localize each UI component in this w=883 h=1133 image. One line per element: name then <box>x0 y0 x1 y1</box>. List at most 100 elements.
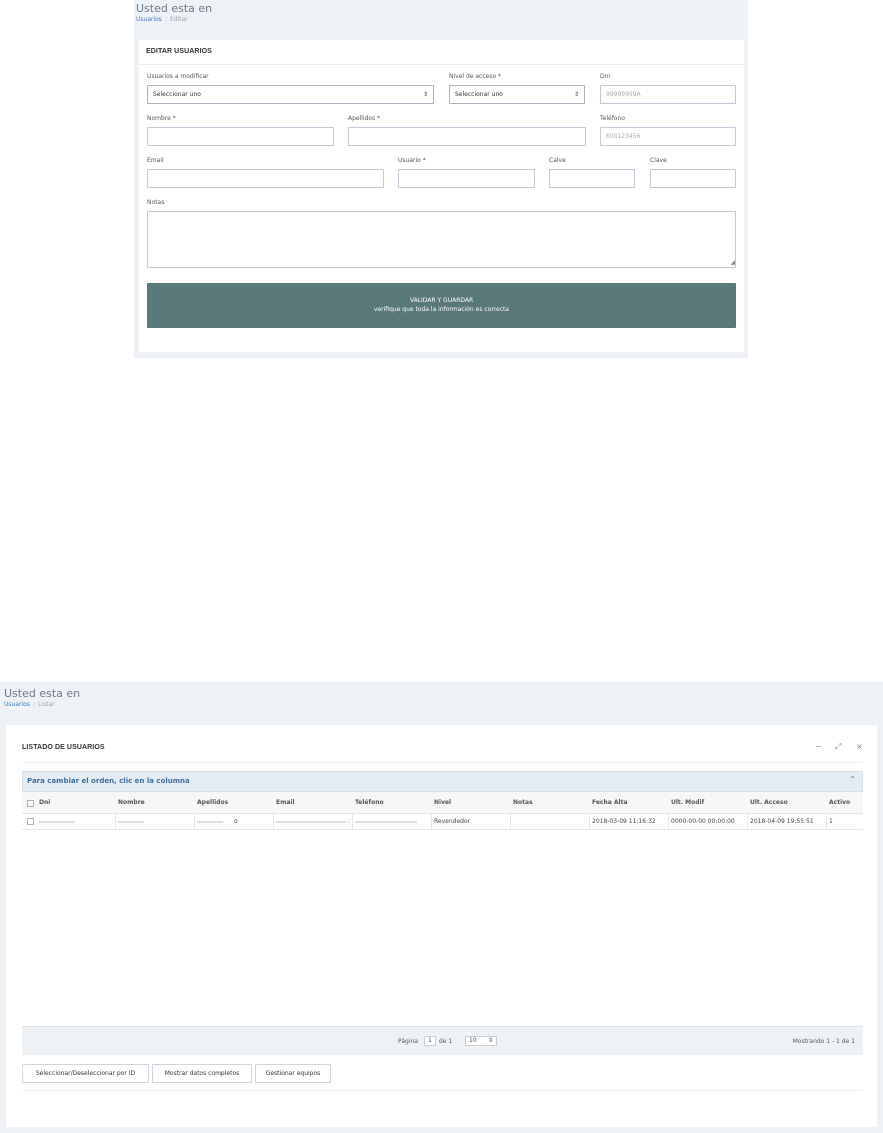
list-users-panel: LISTADO DE USUARIOS − ⤢ × Para cambiar e… <box>6 725 877 1127</box>
table-row[interactable]: o : Revendedor 2018-03-09 11:16:32 0000-… <box>22 814 863 830</box>
email-label: Email <box>147 157 164 164</box>
apellidos-label: Apellidos * <box>348 115 381 122</box>
grid-header-row: Dni Nombre Apellidos Email Teléfono Nive… <box>22 792 863 814</box>
cell-ult-acceso: 2018-04-09 19:55:51 <box>750 818 814 825</box>
clave-label: Clave <box>650 157 667 164</box>
pager-size-value: 10 <box>469 1037 477 1044</box>
select-all-checkbox[interactable] <box>27 800 34 807</box>
breadcrumb: Usuarios / Editar <box>136 16 212 23</box>
cell-apellidos: o <box>234 818 238 825</box>
pager-total-label: de 1 <box>439 1038 453 1045</box>
notas-textarea[interactable] <box>147 211 736 268</box>
redacted-value <box>118 821 144 823</box>
column-header-nombre[interactable]: Nombre <box>118 799 145 806</box>
dni-label: Dni <box>600 73 611 80</box>
usuarios-modificar-value: Seleccionar uno <box>153 91 201 98</box>
redacted-value <box>355 821 417 823</box>
cell-fecha-alta: 2018-03-09 11:16:32 <box>592 818 656 825</box>
pager-size-select[interactable]: 10 ⇕ <box>465 1036 497 1046</box>
email-input[interactable] <box>147 169 384 188</box>
minimize-icon[interactable]: − <box>815 742 822 751</box>
column-divider <box>510 814 511 829</box>
column-header-dni[interactable]: Dni <box>39 799 50 806</box>
column-divider <box>352 814 353 829</box>
calve-label: Calve <box>549 157 566 164</box>
telefono-label: Teléfono <box>600 115 625 122</box>
pager-page-input[interactable]: 1 <box>424 1036 436 1046</box>
expand-icon[interactable]: ⤢ <box>835 742 841 752</box>
column-divider <box>668 814 669 829</box>
grid-pager: Página 1 de 1 10 ⇕ Mostrando 1 - 1 de 1 <box>22 1026 863 1055</box>
list-users-screen: Usted esta en Usuarios / Listar LISTADO DE… <box>0 682 883 1133</box>
pager-page-label: Página <box>398 1038 418 1045</box>
notas-label: Notas <box>147 199 165 206</box>
page-header: Usted esta en Usuarios / Editar <box>136 2 213 24</box>
pager-summary: Mostrando 1 - 1 de 1 <box>792 1038 855 1045</box>
column-divider <box>431 814 432 829</box>
page-title: Usted esta en <box>136 2 213 15</box>
nivel-acceso-select[interactable]: Seleccionar uno ⇕ <box>449 85 585 104</box>
cell-ult-modif: 0000-00-00 00:00:00 <box>671 818 735 825</box>
close-icon[interactable]: × <box>856 742 863 751</box>
dni-input[interactable]: 99999999A <box>600 85 736 104</box>
page-header: Usted esta en Usuarios / Listar <box>4 688 80 709</box>
validate-save-button[interactable]: VALIDAR Y GUARDAR verifique que toda la … <box>147 283 736 328</box>
nivel-acceso-value: Seleccionar uno <box>455 91 503 98</box>
column-header-telefono[interactable]: Teléfono <box>355 799 384 806</box>
usuarios-modificar-label: Usuarios a modificar <box>147 73 209 80</box>
column-header-apellidos[interactable]: Apellidos <box>197 799 228 806</box>
redacted-value <box>276 821 346 823</box>
validate-save-hint: verifique que toda la información es cor… <box>373 306 510 313</box>
row-checkbox[interactable] <box>27 818 34 825</box>
select-arrows-icon: ⇕ <box>422 91 428 98</box>
redacted-value <box>39 821 75 823</box>
footer-divider <box>22 1090 863 1091</box>
panel-divider <box>139 64 744 65</box>
column-divider <box>194 814 195 829</box>
usuario-label: Usuario * <box>398 157 426 164</box>
telefono-input[interactable]: 600123456 <box>600 127 736 146</box>
column-divider <box>589 814 590 829</box>
nombre-label: Nombre * <box>147 115 176 122</box>
nombre-input[interactable] <box>147 127 334 146</box>
breadcrumb-link-usuarios[interactable]: Usuarios <box>136 16 162 23</box>
validate-save-label: VALIDAR Y GUARDAR <box>409 297 474 304</box>
select-by-id-button[interactable]: Seleccionar/Deseleccionar por ID <box>22 1064 149 1083</box>
grid-caption: Para cambiar el orden, clic en la column… <box>27 777 190 785</box>
usuarios-modificar-select[interactable]: Seleccionar uno ⇕ <box>147 85 434 104</box>
manage-teams-button[interactable]: Gestionar equipos <box>255 1064 331 1083</box>
column-divider <box>826 814 827 829</box>
column-divider <box>273 814 274 829</box>
show-full-data-button[interactable]: Mostrar datos completos <box>152 1064 252 1083</box>
column-header-notas[interactable]: Notas <box>513 799 533 806</box>
edit-user-panel: EDITAR USUARIOS Usuarios a modificar Sel… <box>139 40 744 352</box>
column-divider <box>747 814 748 829</box>
column-header-email[interactable]: Email <box>276 799 295 806</box>
panel-divider <box>22 762 862 763</box>
clave-input[interactable] <box>650 169 736 188</box>
grid-caption-bar[interactable]: Para cambiar el orden, clic en la column… <box>22 771 863 792</box>
column-header-ult-modif[interactable]: Ult. Modif <box>671 799 704 806</box>
calve-input[interactable] <box>549 169 635 188</box>
redacted-value <box>197 821 223 823</box>
panel-title: LISTADO DE USUARIOS <box>22 744 105 751</box>
select-arrows-icon: ⇕ <box>487 1037 493 1044</box>
breadcrumb-current: Listar <box>37 701 55 708</box>
cell-nivel: Revendedor <box>434 818 471 825</box>
breadcrumb: Usuarios / Listar <box>4 701 80 708</box>
column-header-activo[interactable]: Activo <box>829 799 850 806</box>
collapse-chevron-icon[interactable]: ⌃ <box>849 775 856 784</box>
breadcrumb-separator: / <box>32 701 35 708</box>
nivel-acceso-label: Nivel de acceso * <box>449 73 502 80</box>
select-arrows-icon: ⇕ <box>573 91 579 98</box>
breadcrumb-link-usuarios[interactable]: Usuarios <box>4 701 30 708</box>
column-header-ult-acceso[interactable]: Ult. Acceso <box>750 799 788 806</box>
column-header-fecha-alta[interactable]: Fecha Alta <box>592 799 628 806</box>
breadcrumb-current: Editar <box>169 16 188 23</box>
column-divider <box>115 814 116 829</box>
apellidos-input[interactable] <box>348 127 586 146</box>
usuario-input[interactable] <box>398 169 535 188</box>
edit-user-screen: Usted esta en Usuarios / Editar EDITAR USU… <box>134 0 748 358</box>
column-header-nivel[interactable]: Nivel <box>434 799 451 806</box>
panel-title: EDITAR USUARIOS <box>146 48 212 55</box>
